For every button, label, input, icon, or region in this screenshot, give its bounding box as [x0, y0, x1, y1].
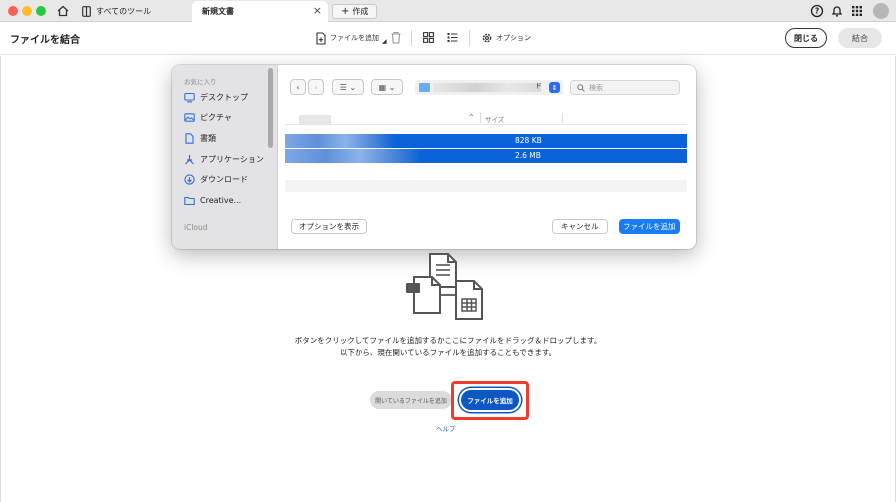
search-input[interactable]: 検索 [570, 80, 680, 95]
bell-icon[interactable] [830, 4, 844, 18]
sidebar-item-downloads[interactable]: ダウンロード [184, 174, 248, 185]
empty-row [285, 180, 687, 192]
trash-icon[interactable] [390, 31, 402, 44]
gear-icon [482, 33, 492, 43]
desktop-icon [184, 92, 195, 103]
home-icon[interactable] [56, 4, 70, 18]
sidebar-item-desktop[interactable]: デスクトップ [184, 92, 248, 103]
options-label: オプション [496, 34, 531, 42]
combine-button[interactable]: 結合 [838, 28, 882, 48]
tab-all-tools[interactable]: すべてのツール [82, 3, 151, 19]
cancel-button[interactable]: キャンセル [552, 219, 608, 234]
picture-icon [184, 113, 195, 122]
sort-chevron-up-icon[interactable]: ⌃ [468, 113, 475, 122]
search-placeholder: 検索 [589, 83, 603, 92]
toolbar-divider [411, 30, 412, 46]
help-icon[interactable]: ? [810, 4, 824, 18]
options-button[interactable]: オプション [481, 30, 531, 46]
file-size: 828 KB [515, 136, 542, 145]
sidebar-scrollbar[interactable] [268, 68, 273, 148]
chevron-updown-icon: ⇕ [549, 82, 560, 93]
group-dropdown[interactable]: ▦ ⌄ [371, 79, 403, 95]
sidebar-item-label: 書類 [200, 134, 216, 143]
instruction-text-line-2: 以下から、現在開いているファイルを追加することもできます。 [339, 348, 557, 357]
tab-all-tools-label: すべてのツール [96, 6, 152, 16]
back-button[interactable]: ‹ [290, 79, 306, 95]
sidebar-item-label: Creative... [200, 196, 242, 205]
file-name [285, 149, 421, 163]
file-row[interactable]: 828 KB [285, 134, 687, 148]
sidebar-item-label: デスクトップ [200, 93, 248, 102]
size-column-header[interactable]: サイズ [485, 114, 504, 124]
sidebar-item-label: アプリケーション [200, 155, 264, 164]
tab-new-document-label: 新規文書 [202, 7, 234, 16]
location-path [433, 83, 541, 92]
toolbar: ファイルを結合 ファイルを追加 ◢ オプション 閉じる 結合 [0, 22, 896, 55]
svg-text:?: ? [815, 7, 819, 16]
icloud-heading: iCloud [184, 223, 208, 232]
location-popup[interactable]: ド ⇕ [415, 80, 563, 95]
toolbar-divider [469, 30, 470, 46]
file-size: 2.6 MB [515, 151, 541, 160]
document-icon [185, 133, 194, 144]
grid-view-icon[interactable] [423, 32, 434, 43]
file-row[interactable]: 2.6 MB [285, 149, 687, 163]
file-list-header: ⌃ サイズ [285, 111, 687, 125]
sidebar-item-label: ピクチャ [200, 113, 232, 122]
window-minimize-button[interactable] [22, 6, 32, 16]
add-files-label: ファイルを追加 [330, 34, 379, 42]
list-view-icon: ☰ ⌄ [339, 82, 357, 92]
title-bar: すべてのツール 新規文書 × + 作成 ? [0, 0, 896, 22]
create-tab-label: 作成 [352, 7, 369, 16]
add-file-icon [316, 31, 326, 45]
folder-icon [419, 83, 430, 92]
plus-icon: + [341, 6, 350, 17]
add-open-files-button[interactable]: 開いているファイルを追加 [370, 391, 452, 409]
window-close-button[interactable] [8, 6, 18, 16]
caret-icon: ◢ [382, 37, 387, 45]
sidebar-item-creative[interactable]: Creative... [184, 195, 241, 206]
help-link[interactable]: ヘルプ [436, 423, 456, 433]
close-button[interactable]: 閉じる [785, 28, 827, 48]
page-title: ファイルを結合 [10, 35, 80, 46]
location-suffix: ド [535, 82, 542, 90]
apps-grid-icon[interactable] [850, 4, 864, 18]
download-icon [184, 174, 195, 185]
file-name [285, 134, 395, 148]
sidebar-item-documents[interactable]: 書類 [184, 133, 216, 144]
column-separator [562, 113, 563, 123]
folder-icon [184, 196, 195, 206]
create-tab-button[interactable]: + 作成 [332, 4, 378, 19]
forward-button[interactable]: › [308, 79, 324, 95]
dialog-sidebar: お気に入り デスクトップ ピクチャ 書類 アプリケーション ダウンロード Cre… [172, 65, 278, 249]
avatar[interactable] [873, 3, 889, 19]
file-picker-dialog: お気に入り デスクトップ ピクチャ 書類 アプリケーション ダウンロード Cre… [172, 65, 696, 249]
column-separator [480, 113, 481, 123]
search-icon [577, 83, 585, 92]
chevron-left-icon: ‹ [296, 82, 300, 92]
chevron-right-icon: › [314, 82, 318, 92]
view-mode-dropdown[interactable]: ☰ ⌄ [332, 79, 364, 95]
sidebar-item-pictures[interactable]: ピクチャ [184, 112, 232, 123]
add-files-button[interactable]: ファイルを追加 ◢ [316, 30, 387, 46]
applications-icon [185, 155, 194, 165]
favorites-heading: お気に入り [184, 78, 217, 86]
sidebar-item-applications[interactable]: アプリケーション [184, 154, 264, 165]
list-view-icon[interactable] [447, 32, 458, 43]
close-tab-icon[interactable]: × [313, 4, 322, 17]
add-file-button[interactable]: ファイルを追加 [459, 388, 521, 412]
dialog-add-file-button[interactable]: ファイルを追加 [619, 219, 680, 234]
window-zoom-button[interactable] [36, 6, 46, 16]
combine-files-illustration-icon [406, 253, 483, 320]
instruction-text-line-1: ボタンをクリックしてファイルを追加するかここにファイルをドラッグ＆ドロップします… [294, 336, 602, 345]
show-options-button[interactable]: オプションを表示 [291, 219, 367, 234]
name-column-header[interactable] [299, 115, 331, 125]
tab-new-document[interactable]: 新規文書 × [192, 1, 328, 22]
tools-icon [82, 5, 91, 17]
grid-icon: ▦ ⌄ [378, 82, 396, 92]
sidebar-item-label: ダウンロード [200, 175, 248, 184]
